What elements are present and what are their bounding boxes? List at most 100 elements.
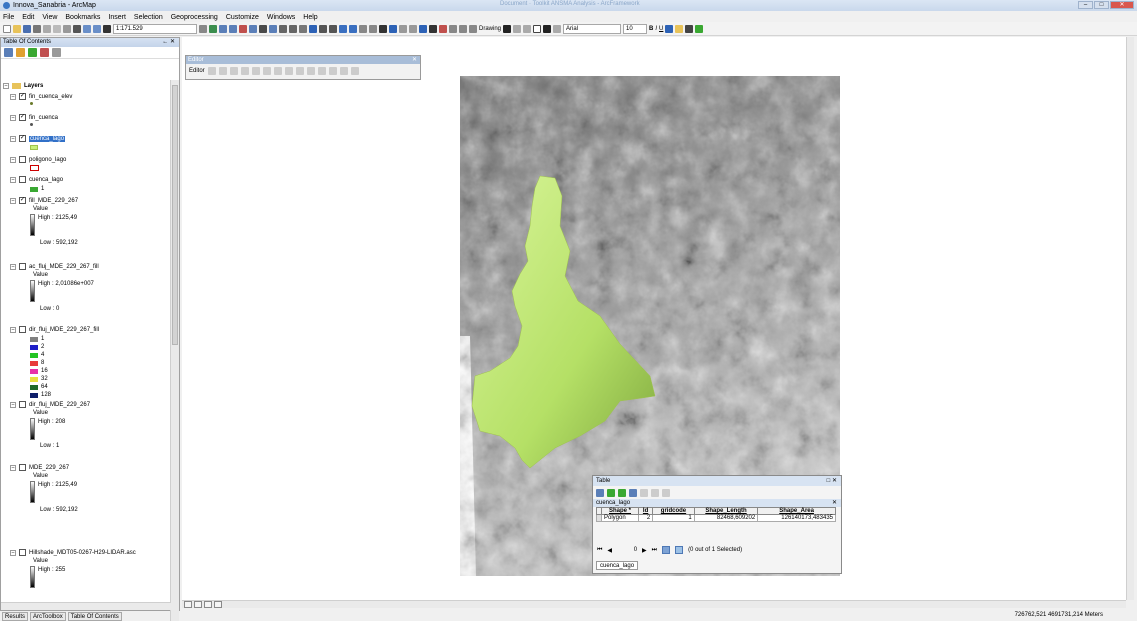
pause-drawing-button[interactable] [214,601,222,608]
undo-icon[interactable] [83,24,91,33]
expand-icon[interactable]: – [10,464,16,471]
full-extent-icon[interactable] [309,24,317,33]
measure-icon[interactable] [419,24,427,33]
layer-checkbox[interactable] [19,176,26,183]
expand-icon[interactable]: – [10,401,16,408]
trace-icon[interactable] [251,67,260,75]
line-color-icon[interactable] [685,24,694,33]
layer-dir-fluj[interactable]: – dir_fluj_MDE_229_267 [10,401,90,408]
point-icon[interactable] [262,67,271,75]
refresh-button[interactable] [204,601,212,608]
layer-checkbox[interactable]: ✓ [19,93,26,100]
layer-fin-cuenca[interactable]: – ✓ fin_cuenca [10,114,58,121]
menu-selection[interactable]: Selection [134,14,163,21]
layer-fin-cuenca-elev[interactable]: – ✓ fin_cuenca_elev [10,93,72,100]
arctoolbox-icon[interactable] [249,24,257,33]
straight-segment-icon[interactable] [229,67,238,75]
tab-arctoolbox[interactable]: ArcToolbox [30,611,66,621]
editor-toolbar-icon[interactable] [209,24,217,33]
close-button[interactable]: ✕ [1110,1,1134,9]
show-selected-records-icon[interactable] [675,546,684,554]
delete-icon[interactable] [73,24,81,33]
table-bottom-tab[interactable]: cuenca_lago [596,561,639,570]
close-icon[interactable]: ✕ [832,499,837,507]
split-icon[interactable] [306,67,315,75]
search-window-icon[interactable] [239,24,247,33]
menu-help[interactable]: Help [303,14,317,21]
tab-results[interactable]: Results [2,611,29,621]
menu-insert[interactable]: Insert [108,14,126,21]
menu-windows[interactable]: Windows [267,14,295,21]
column-header[interactable]: Shape * [600,507,640,515]
table-cell[interactable]: 82468,609202 [693,514,759,522]
fixed-zoom-in-icon[interactable] [319,24,327,33]
find-route-icon[interactable] [439,24,447,33]
layer-checkbox[interactable]: ✓ [19,135,26,142]
redo-icon[interactable] [93,24,101,33]
layer-hillshade[interactable]: – Hillshade_MDT05-0267-H29-LIDAR.asc [10,549,136,556]
switch-selection-icon[interactable] [629,488,637,497]
layer-checkbox[interactable] [19,401,26,408]
layer-checkbox[interactable] [19,326,26,333]
expand-icon[interactable]: – [10,135,16,142]
previous-record-icon[interactable]: ◀ [607,547,612,554]
table-cell[interactable]: 2 [638,514,654,522]
reshape-icon[interactable] [284,67,293,75]
menu-geoprocessing[interactable]: Geoprocessing [171,14,218,21]
first-record-icon[interactable]: ⏮ [597,547,602,554]
close-icon[interactable]: ✕ [832,478,837,484]
expand-icon[interactable]: – [10,326,16,333]
layer-mde[interactable]: – MDE_229_267 [10,464,69,471]
table-options-icon[interactable] [596,488,604,497]
layer-cuenca-lago[interactable]: – cuenca_lago [10,176,63,183]
expand-icon[interactable]: – [10,197,16,204]
expand-icon[interactable]: – [10,156,16,163]
zoom-to-selected-icon[interactable] [651,488,659,497]
find-icon[interactable] [429,24,437,33]
drawing-menu[interactable]: Drawing [479,26,501,32]
map-horizontal-scrollbar[interactable] [182,600,1126,608]
layer-cuenca-lago-selected[interactable]: – ✓ cuenca_lago [10,135,66,142]
expand-icon[interactable]: – [10,263,16,270]
expand-icon[interactable]: – [10,114,16,121]
paste-icon[interactable] [63,24,71,33]
column-header[interactable]: gridcode [652,507,695,515]
time-slider-icon[interactable] [459,24,467,33]
print-icon[interactable] [33,24,41,33]
related-tables-icon[interactable] [607,488,615,497]
edit-tool-icon[interactable] [207,67,216,75]
delete-selected-icon[interactable] [662,488,670,497]
minimize-button[interactable]: – [1078,1,1093,9]
select-features-icon[interactable] [359,24,367,33]
record-number[interactable]: 0 [617,547,637,553]
menu-file[interactable]: File [3,14,14,21]
attributes-icon[interactable] [328,67,337,75]
column-header[interactable]: Shape_Length [693,507,759,515]
python-window-icon[interactable] [259,24,267,33]
create-features-icon[interactable] [350,67,359,75]
layer-dir-fluj-fill[interactable]: – dir_fluj_MDE_229_267_fill [10,326,99,333]
menu-customize[interactable]: Customize [226,14,259,21]
table-cell[interactable]: Polygon [600,514,640,522]
create-viewer-icon[interactable] [469,24,477,33]
menu-edit[interactable]: Edit [22,14,34,21]
italic-button[interactable]: I [655,26,657,32]
fixed-zoom-out-icon[interactable] [329,24,337,33]
column-header[interactable]: Shape_Area [757,507,836,515]
zoom-out-icon[interactable] [289,24,297,33]
expand-icon[interactable]: – [10,549,16,556]
table-cell[interactable]: 126140173,483435 [757,514,836,522]
edit-annotation-icon[interactable] [218,67,227,75]
zoom-whole-page-icon[interactable] [523,24,532,33]
hyperlink-icon[interactable] [399,24,407,33]
editor-menu[interactable]: Editor [189,68,205,74]
layer-poligono-lago[interactable]: – poligono_lago [10,156,66,163]
select-by-attributes-icon[interactable] [618,488,626,497]
column-header[interactable]: Id [638,507,654,515]
font-select[interactable]: Arial [563,23,622,34]
next-record-icon[interactable]: ▶ [642,547,647,554]
menu-view[interactable]: View [42,14,57,21]
layer-checkbox[interactable] [19,156,26,163]
layer-checkbox[interactable] [19,464,26,471]
save-icon[interactable] [23,24,31,33]
